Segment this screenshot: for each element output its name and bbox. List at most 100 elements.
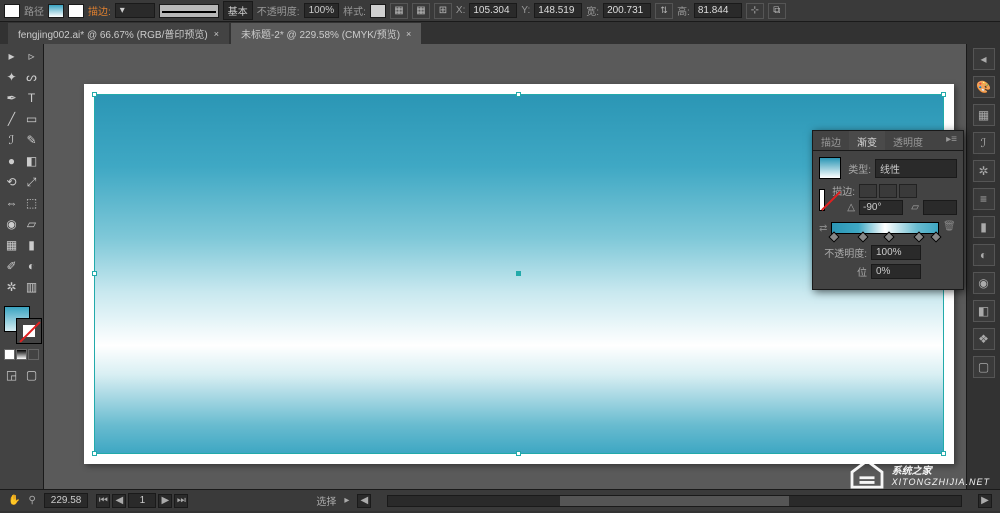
zoom-dropdown[interactable]: 229.58: [44, 493, 89, 508]
misc2-icon[interactable]: ⧉: [768, 3, 786, 19]
gradient-slider[interactable]: [831, 222, 939, 234]
tab-transparency[interactable]: 透明度: [885, 131, 931, 150]
h-input[interactable]: [694, 3, 742, 18]
stop-position-dropdown[interactable]: 0%: [871, 264, 921, 279]
tab-stroke[interactable]: 描边: [813, 131, 849, 150]
horizontal-scrollbar[interactable]: [387, 495, 962, 507]
y-input[interactable]: [534, 3, 582, 18]
scale-tool[interactable]: ⤢: [22, 172, 41, 192]
selection-handle[interactable]: [92, 271, 97, 276]
stroke-mode-2-icon[interactable]: [879, 184, 897, 198]
close-icon[interactable]: ×: [406, 29, 411, 39]
eyedropper-tool[interactable]: ✐: [2, 256, 21, 276]
stroke-style-dropdown[interactable]: 基本: [223, 1, 253, 20]
selection-tool[interactable]: ▸: [2, 46, 21, 66]
document-tab[interactable]: 未标题-2* @ 229.58% (CMYK/预览) ×: [231, 23, 421, 44]
misc1-icon[interactable]: ⊹: [746, 3, 764, 19]
selection-handle[interactable]: [941, 451, 946, 456]
gradient-stop[interactable]: [930, 231, 941, 242]
selection-handle[interactable]: [92, 92, 97, 97]
stroke-mode-3-icon[interactable]: [899, 184, 917, 198]
eraser-tool[interactable]: ◧: [22, 151, 41, 171]
none-mode-icon[interactable]: [28, 349, 39, 360]
shape-builder-tool[interactable]: ◉: [2, 214, 21, 234]
stop-opacity-dropdown[interactable]: 100%: [871, 245, 921, 260]
selection-handle[interactable]: [941, 92, 946, 97]
free-transform-tool[interactable]: ⬚: [22, 193, 41, 213]
lasso-tool[interactable]: ᔕ: [22, 67, 41, 87]
tab-gradient[interactable]: 渐变: [849, 131, 885, 150]
fill-swatch[interactable]: [48, 4, 64, 18]
stroke-swatch[interactable]: [68, 4, 84, 18]
panel-menu-icon[interactable]: ▸≡: [940, 131, 963, 150]
close-icon[interactable]: ×: [214, 29, 219, 39]
gradient-preview-swatch[interactable]: [819, 157, 841, 179]
gradient-panel-icon[interactable]: ▮: [973, 216, 995, 238]
stroke-style-preview[interactable]: [159, 4, 219, 18]
perspective-tool[interactable]: ▱: [22, 214, 41, 234]
symbols-panel-icon[interactable]: ✲: [973, 160, 995, 182]
transform-icon[interactable]: ⊞: [434, 3, 452, 19]
gradient-stop[interactable]: [884, 231, 895, 242]
graph-tool[interactable]: ▥: [22, 277, 41, 297]
layers-panel-icon[interactable]: ❖: [973, 328, 995, 350]
gradient-type-dropdown[interactable]: 线性: [875, 159, 957, 178]
prev-artboard-icon[interactable]: ◀: [112, 494, 126, 508]
last-artboard-icon[interactable]: ⏭: [174, 494, 188, 508]
document-tab[interactable]: fengjing002.ai* @ 66.67% (RGB/普印预览) ×: [8, 23, 229, 44]
gradient-stop[interactable]: [829, 231, 840, 242]
selection-handle[interactable]: [516, 92, 521, 97]
opacity-dropdown[interactable]: 100%: [304, 3, 340, 18]
blend-tool[interactable]: ◐: [22, 256, 41, 276]
symbol-sprayer-tool[interactable]: ✲: [2, 277, 21, 297]
align2-icon[interactable]: ▦: [412, 3, 430, 19]
reverse-gradient-icon[interactable]: ⇄: [819, 223, 827, 234]
gradient-mode-icon[interactable]: [16, 349, 27, 360]
selection-handle[interactable]: [92, 451, 97, 456]
drawing-mode-icon[interactable]: ◲: [2, 365, 21, 385]
color-panel-icon[interactable]: 🎨: [973, 76, 995, 98]
graphic-styles-panel-icon[interactable]: ◧: [973, 300, 995, 322]
brushes-panel-icon[interactable]: ℐ: [973, 132, 995, 154]
appearance-panel-icon[interactable]: ◉: [973, 272, 995, 294]
direct-selection-tool[interactable]: ▹: [22, 46, 41, 66]
zoom-tool-icon[interactable]: ⚲: [28, 495, 35, 506]
width-tool[interactable]: ⇔: [2, 193, 21, 213]
swatches-panel-icon[interactable]: ▦: [973, 104, 995, 126]
graphic-style-swatch[interactable]: [370, 4, 386, 18]
screen-mode-icon[interactable]: ▢: [22, 365, 41, 385]
aspect-input[interactable]: [923, 200, 957, 215]
color-mode-icon[interactable]: [4, 349, 15, 360]
gradient-tool[interactable]: ▮: [22, 235, 41, 255]
scrollbar-thumb[interactable]: [560, 496, 789, 506]
pencil-tool[interactable]: ✎: [22, 130, 41, 150]
first-artboard-icon[interactable]: ⏮: [96, 494, 110, 508]
gradient-stroke-swatch[interactable]: [819, 189, 825, 211]
blob-brush-tool[interactable]: ●: [2, 151, 21, 171]
align-icon[interactable]: ▦: [390, 3, 408, 19]
w-input[interactable]: [603, 3, 651, 18]
artboard-number[interactable]: 1: [128, 493, 156, 508]
stroke-weight-dropdown[interactable]: ▾: [115, 3, 155, 18]
transparency-panel-icon[interactable]: ◐: [973, 244, 995, 266]
selection-handle[interactable]: [516, 451, 521, 456]
mesh-tool[interactable]: ▦: [2, 235, 21, 255]
status-dropdown-icon[interactable]: ▸: [344, 495, 349, 506]
stroke-panel-icon[interactable]: ≡: [973, 188, 995, 210]
link-wh-icon[interactable]: ⇅: [655, 3, 673, 19]
stroke-mode-1-icon[interactable]: [859, 184, 877, 198]
pen-tool[interactable]: ✒: [2, 88, 21, 108]
rectangle-tool[interactable]: ▭: [22, 109, 41, 129]
hand-tool-icon[interactable]: ✋: [8, 495, 20, 506]
gradient-stop[interactable]: [913, 231, 924, 242]
scroll-left-icon[interactable]: ◀: [357, 494, 371, 508]
gradient-stop[interactable]: [857, 231, 868, 242]
type-tool[interactable]: T: [22, 88, 41, 108]
scroll-right-icon[interactable]: ▶: [978, 494, 992, 508]
rotate-tool[interactable]: ⟲: [2, 172, 21, 192]
delete-stop-icon[interactable]: 🗑: [943, 221, 957, 235]
no-selection-icon[interactable]: [4, 4, 20, 18]
angle-input[interactable]: [859, 200, 903, 215]
paintbrush-tool[interactable]: ℐ: [2, 130, 21, 150]
artboards-panel-icon[interactable]: ▢: [973, 356, 995, 378]
